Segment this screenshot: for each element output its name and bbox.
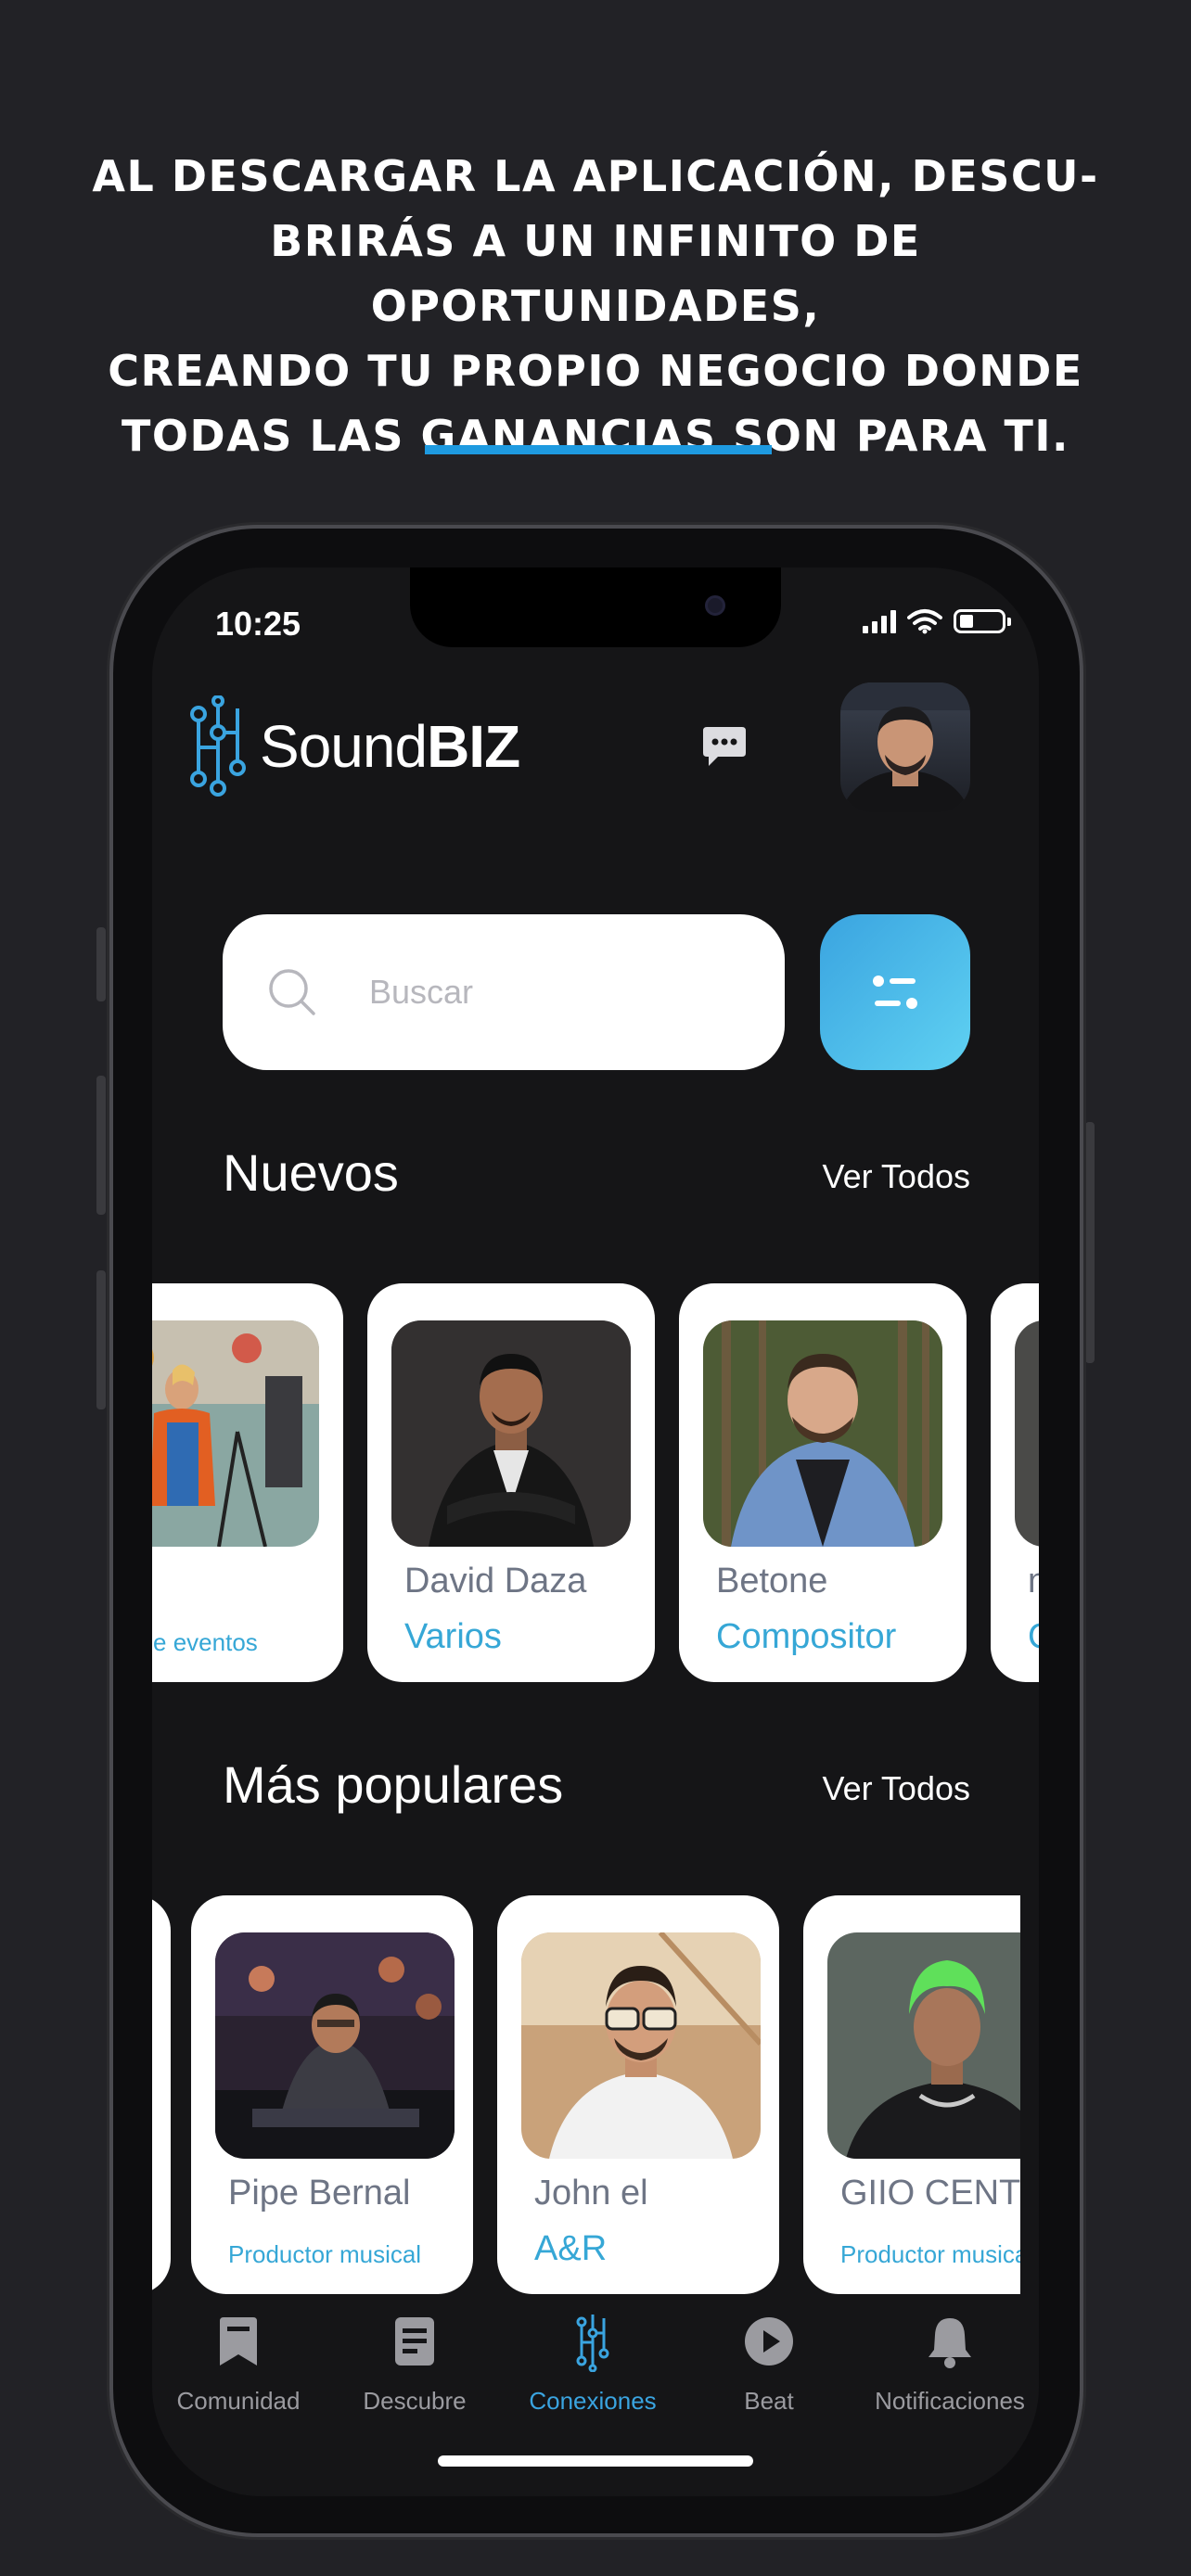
- phone-mute-switch: [96, 927, 106, 1001]
- card-name: n: [1028, 1562, 1039, 1600]
- populares-card[interactable]: John el A&R: [497, 1895, 779, 2294]
- card-photo: [521, 1932, 761, 2159]
- tab-comunidad[interactable]: Comunidad: [152, 2311, 327, 2416]
- filter-icon: [873, 976, 917, 1009]
- filter-button[interactable]: [820, 914, 970, 1070]
- bookmark-icon: [220, 2317, 257, 2366]
- battery-icon: [954, 609, 1011, 633]
- phone-screen: 10:25 SoundBIZ Buscar Nuevos Ver Todos e…: [152, 567, 1039, 2496]
- chat-button[interactable]: [701, 725, 748, 774]
- promo-headline: AL DESCARGAR LA APLICACIÓN, DESCU- BRIRÁ…: [56, 144, 1135, 468]
- search-input[interactable]: Buscar: [223, 914, 785, 1070]
- tab-beat[interactable]: Beat: [681, 2311, 857, 2416]
- nuevos-card[interactable]: n C: [991, 1283, 1039, 1682]
- chat-bubble-icon: [703, 727, 746, 766]
- card-photo: [215, 1932, 455, 2159]
- card-photo: [703, 1320, 942, 1547]
- notch: [410, 567, 781, 647]
- bell-icon: [928, 2318, 971, 2368]
- card-name: Pipe Bernal: [228, 2174, 411, 2213]
- populares-title: Más populares: [223, 1755, 564, 1814]
- document-icon: [395, 2317, 434, 2366]
- card-name: David Daza: [404, 1562, 587, 1600]
- populares-see-all-link[interactable]: Ver Todos: [823, 1769, 970, 1808]
- nuevos-see-all-link[interactable]: Ver Todos: [823, 1157, 970, 1196]
- signal-icon: [863, 609, 896, 633]
- nuevos-title: Nuevos: [223, 1143, 399, 1202]
- tab-label: Beat: [744, 2387, 794, 2415]
- card-role: C: [1028, 1617, 1039, 1657]
- status-time: 10:25: [215, 605, 301, 643]
- bottom-tab-bar: Comunidad Descubre Conexiones Beat Notif…: [152, 2311, 1039, 2422]
- phone-volume-up: [96, 1076, 106, 1215]
- app-name: SoundBIZ: [260, 713, 520, 780]
- populares-clip: GIIO CENT Productor musical: [803, 1895, 1020, 2294]
- front-camera: [705, 595, 725, 616]
- tab-notificaciones[interactable]: Notificaciones: [857, 2311, 1039, 2416]
- card-role: Productor musical: [840, 2240, 1020, 2268]
- tab-label: Conexiones: [529, 2387, 657, 2415]
- headline-line-1: AL DESCARGAR LA APLICACIÓN, DESCU-: [92, 151, 1099, 201]
- app-logo: SoundBIZ: [187, 695, 520, 797]
- headline-line-3: CREANDO TU PROPIO NEGOCIO DONDE: [108, 346, 1083, 396]
- tab-label: Notificaciones: [875, 2387, 1025, 2415]
- card-role: Compositor: [716, 1617, 897, 1656]
- tab-conexiones[interactable]: Conexiones: [505, 2311, 681, 2416]
- nuevos-card[interactable]: Betone Compositor: [679, 1283, 967, 1682]
- connections-icon: [576, 2315, 609, 2372]
- populares-card[interactable]: Pipe Bernal Productor musical: [191, 1895, 473, 2294]
- tab-label: Descubre: [363, 2387, 467, 2415]
- profile-avatar[interactable]: [840, 682, 970, 812]
- card-name: GIIO CENT: [840, 2174, 1020, 2213]
- card-role: A&R: [534, 2229, 608, 2268]
- nuevos-card[interactable]: ina ctor de eventos: [152, 1283, 343, 1682]
- card-photo: [152, 1320, 319, 1547]
- card-name: John el: [534, 2174, 648, 2213]
- nuevos-card[interactable]: David Daza Varios: [367, 1283, 655, 1682]
- populares-card[interactable]: GIIO CENT Productor musical: [803, 1895, 1020, 2294]
- play-circle-icon: [745, 2317, 793, 2366]
- status-icons: [863, 608, 1011, 634]
- headline-line-4: TODAS LAS GANANCIAS SON PARA TI.: [122, 411, 1069, 461]
- card-photo: [1015, 1320, 1039, 1547]
- card-photo: [391, 1320, 631, 1547]
- wifi-icon: [907, 609, 942, 634]
- search-icon: [269, 969, 315, 1015]
- tab-label: Comunidad: [176, 2387, 301, 2415]
- tab-descubre[interactable]: Descubre: [327, 2311, 503, 2416]
- phone-volume-down: [96, 1270, 106, 1409]
- search-placeholder: Buscar: [369, 973, 474, 1011]
- phone-power-button: [1085, 1122, 1095, 1363]
- home-indicator: [438, 2455, 753, 2467]
- soundbiz-logo-icon: [190, 695, 246, 797]
- card-name: Betone: [716, 1562, 828, 1600]
- card-role: ctor de eventos: [152, 1628, 258, 1656]
- populares-card-partial[interactable]: [152, 1895, 171, 2294]
- headline-line-2: BRIRÁS A UN INFINITO DE OPORTUNIDADES,: [270, 216, 921, 331]
- card-role: Productor musical: [228, 2240, 422, 2268]
- card-photo: [827, 1932, 1020, 2159]
- card-role: Varios: [404, 1617, 502, 1656]
- headline-underline: [425, 445, 772, 454]
